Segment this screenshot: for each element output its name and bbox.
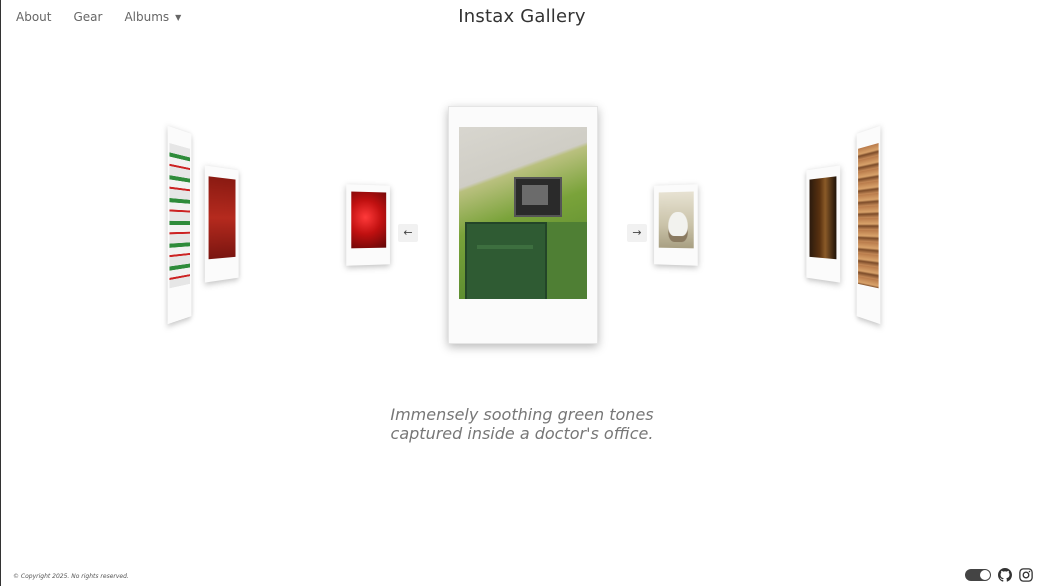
photo-dark-room (809, 176, 837, 260)
caption-line-1: Immensely soothing green tones (390, 405, 654, 424)
polaroid-far-left[interactable] (167, 125, 192, 325)
instagram-icon[interactable] (1019, 568, 1033, 582)
copyright-text: © Copyright 2025. No rights reserved. (13, 573, 129, 580)
photo-red-neon (351, 191, 387, 249)
photo-bookshelf (858, 143, 879, 289)
polaroid-left-2[interactable] (204, 165, 239, 283)
polaroid-far-right[interactable] (856, 125, 881, 325)
polaroid-left-1[interactable] (346, 184, 390, 266)
photo-cabinet (465, 222, 547, 299)
photo-storefront (169, 143, 190, 289)
caption-line-2: captured inside a doctor's office. (390, 424, 654, 443)
photo-shelf (477, 245, 533, 249)
next-button[interactable]: → (627, 224, 647, 242)
polaroid-main[interactable] (448, 106, 598, 344)
photo-tv-screen (522, 185, 548, 205)
photo-red-door (208, 176, 236, 260)
photo-cat-figure (668, 211, 688, 243)
polaroid-right-2[interactable] (806, 165, 841, 283)
toggle-knob (980, 570, 990, 580)
photo-caption: Immensely soothing green tones captured … (1, 405, 1042, 443)
github-icon[interactable] (998, 568, 1012, 582)
footer-icons (965, 568, 1033, 582)
prev-button[interactable]: ← (398, 224, 418, 242)
polaroid-right-1[interactable] (654, 184, 698, 266)
site-title[interactable]: Instax Gallery (1, 6, 1042, 27)
theme-toggle[interactable] (965, 569, 991, 581)
photo-cat (658, 191, 694, 249)
photo-green-office (459, 127, 587, 299)
